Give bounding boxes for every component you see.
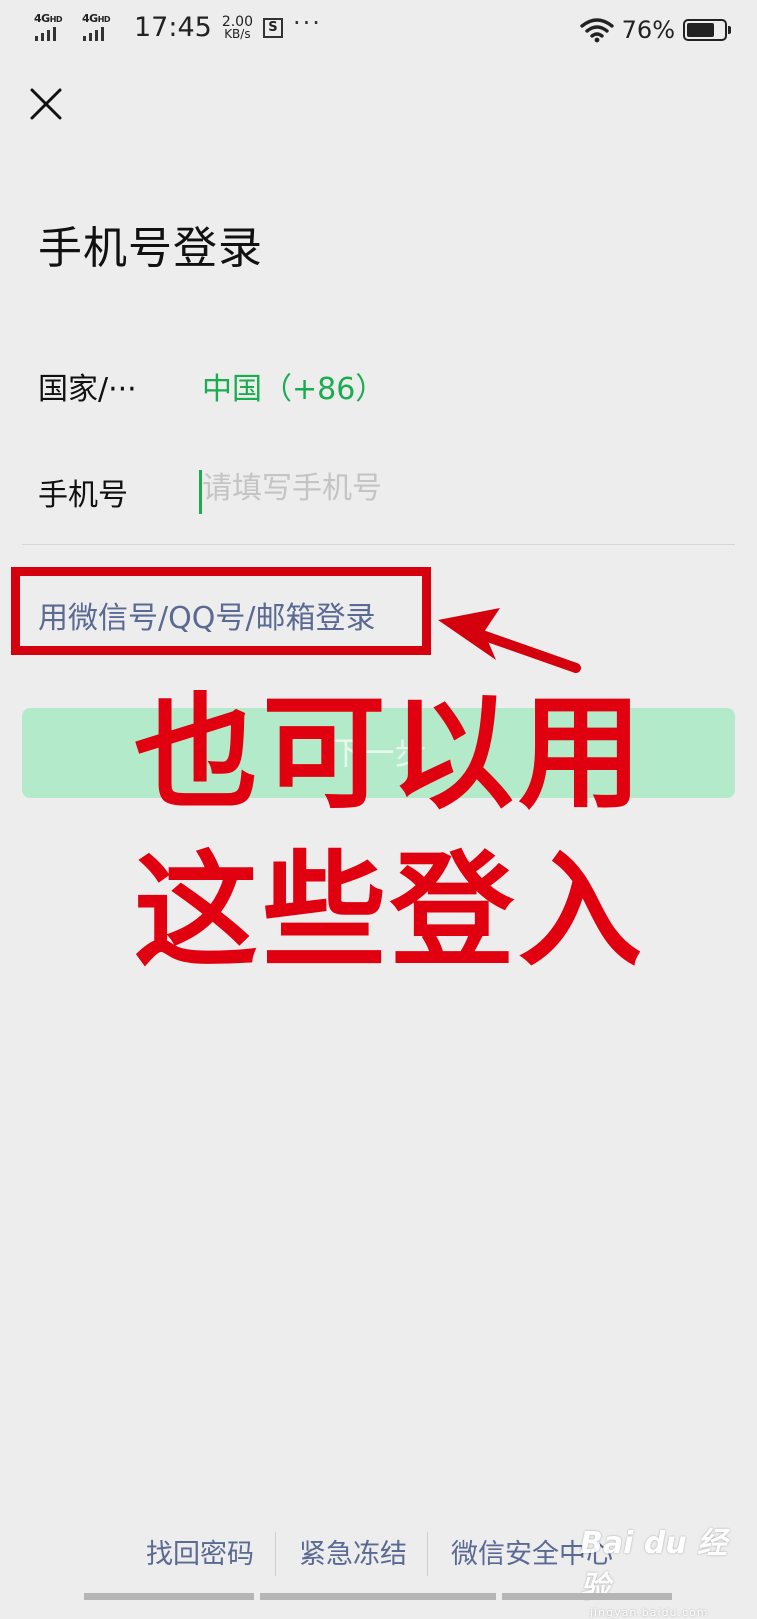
- page-title: 手机号登录: [38, 223, 263, 274]
- footer-separator: [275, 1532, 276, 1576]
- network-hd-1: HD: [49, 14, 63, 24]
- screenshot-app-icon: S: [262, 17, 283, 38]
- next-button[interactable]: 下一步: [22, 708, 735, 798]
- close-icon: [30, 88, 62, 120]
- annotation-arrow-icon: [438, 608, 581, 673]
- phone-label: 手机号: [38, 478, 128, 513]
- footer-link-security-center[interactable]: 微信安全中心: [451, 1532, 613, 1571]
- status-bar-left: 4GHD 4GHD 17:45 2.00 KB/s S ···: [34, 8, 322, 44]
- country-selector[interactable]: 中国（+86）: [202, 364, 385, 408]
- signal-bars-icon: [35, 26, 56, 41]
- alt-login-link[interactable]: 用微信号/QQ号/邮箱登录: [38, 593, 375, 637]
- country-label: 国家/···: [38, 372, 137, 407]
- close-button[interactable]: [26, 84, 66, 124]
- network-type-2: 4G: [82, 11, 98, 25]
- battery-fill: [687, 23, 714, 37]
- gesture-bar-left[interactable]: [84, 1593, 254, 1600]
- battery-percent: 76%: [621, 16, 675, 44]
- network-speed: 2.00 KB/s: [221, 13, 253, 41]
- network-speed-unit: KB/s: [224, 26, 251, 41]
- network-type-1: 4G: [34, 11, 50, 25]
- text-cursor: [199, 470, 202, 514]
- gesture-bar-right[interactable]: [502, 1593, 672, 1600]
- more-notifications-icon: ···: [292, 8, 322, 37]
- network-signal-2: 4GHD: [82, 11, 120, 43]
- battery-icon: [683, 19, 731, 41]
- network-hd-2: HD: [97, 14, 111, 24]
- status-bar-right: 76%: [579, 16, 731, 44]
- form-divider: [22, 544, 735, 545]
- gesture-bar-center[interactable]: [260, 1593, 496, 1600]
- wifi-icon: [579, 18, 614, 43]
- footer-link-emergency-freeze[interactable]: 紧急冻结: [299, 1532, 407, 1571]
- footer-link-recover-password[interactable]: 找回密码: [146, 1532, 254, 1571]
- signal-bars-icon: [83, 26, 104, 41]
- network-signal-1: 4GHD: [34, 11, 72, 43]
- footer-links: 找回密码 紧急冻结 微信安全中心: [0, 1532, 757, 1576]
- status-bar: 4GHD 4GHD 17:45 2.00 KB/s S ··· 76%: [0, 0, 757, 62]
- network-speed-value: 2.00: [221, 13, 253, 30]
- annotation-text-line2: 这些登入: [134, 840, 647, 984]
- phone-input[interactable]: [200, 466, 702, 510]
- footer-separator: [427, 1532, 428, 1576]
- watermark-sub: jingyan.baidu.com: [590, 1606, 709, 1619]
- status-time: 17:45: [134, 12, 212, 43]
